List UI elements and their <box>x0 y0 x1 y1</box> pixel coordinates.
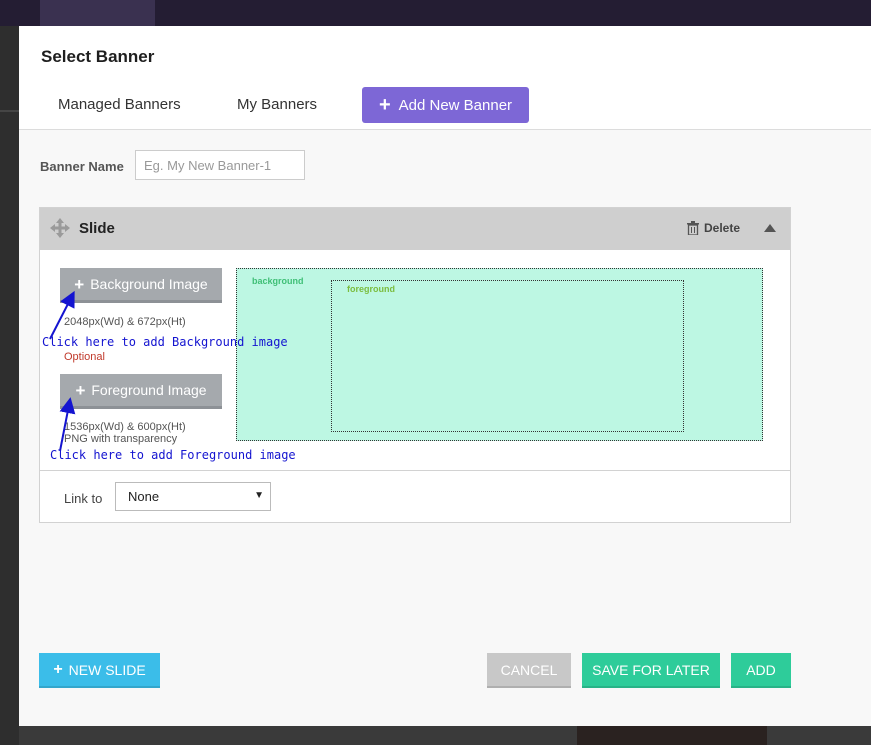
background-app-divider <box>0 110 19 112</box>
caret-down-icon: ▼ <box>254 490 264 501</box>
tab-my-banners[interactable]: My Banners <box>237 96 317 113</box>
foreground-size-hint: 1536px(Wd) & 600px(Ht) PNG with transpar… <box>64 421 186 445</box>
link-to-select[interactable]: None ▼ <box>115 482 271 511</box>
link-to-label: Link to <box>64 491 103 506</box>
preview-foreground-label: foreground <box>347 284 395 294</box>
plus-icon: + <box>53 660 63 678</box>
save-for-later-button[interactable]: SAVE FOR LATER <box>582 653 720 688</box>
banner-name-label: Banner Name <box>40 159 124 174</box>
move-icon[interactable] <box>49 217 71 239</box>
tab-managed-banners[interactable]: Managed Banners <box>58 96 181 113</box>
modal-header: Select Banner Managed Banners My Banners… <box>19 26 871 130</box>
banner-name-input[interactable] <box>135 150 305 180</box>
background-image-button[interactable]: + Background Image <box>60 268 222 303</box>
foreground-annotation: Click here to add Foreground image <box>50 448 296 462</box>
background-app-image <box>577 726 767 745</box>
plus-icon: + <box>75 380 86 400</box>
plus-icon: + <box>378 94 391 116</box>
new-slide-label: NEW SLIDE <box>68 661 146 678</box>
background-optional-hint: Optional <box>64 351 105 363</box>
preview-background-label: background <box>252 276 304 286</box>
trash-icon <box>687 221 699 235</box>
background-app-sidebar <box>0 26 19 745</box>
banner-preview: background foreground <box>236 268 763 441</box>
plus-icon: + <box>74 274 85 294</box>
slide-panel: Slide Delete + Background Image 2048px(W… <box>39 207 791 523</box>
select-banner-modal: Select Banner Managed Banners My Banners… <box>19 26 871 726</box>
add-new-banner-button[interactable]: + Add New Banner <box>362 87 529 123</box>
add-button[interactable]: ADD <box>731 653 791 688</box>
foreground-size-hint-line2: PNG with transparency <box>64 433 178 445</box>
new-slide-button[interactable]: + NEW SLIDE <box>39 653 160 688</box>
link-to-selected-value: None <box>128 489 160 504</box>
cancel-button[interactable]: CANCEL <box>487 653 571 688</box>
background-app-active-tab <box>40 0 155 26</box>
background-annotation: Click here to add Background image <box>42 335 288 349</box>
slide-header: Slide Delete <box>40 208 790 250</box>
delete-slide-button[interactable]: Delete <box>687 221 740 235</box>
modal-title: Select Banner <box>41 47 155 66</box>
collapse-triangle-icon[interactable] <box>764 224 776 232</box>
background-image-label: Background Image <box>90 276 208 292</box>
background-size-hint: 2048px(Wd) & 672px(Ht) <box>64 316 186 328</box>
foreground-image-button[interactable]: + Foreground Image <box>60 374 222 409</box>
slide-title: Slide <box>79 220 115 237</box>
preview-foreground-area: foreground <box>331 280 684 432</box>
foreground-size-hint-line1: 1536px(Wd) & 600px(Ht) <box>64 421 186 433</box>
foreground-image-label: Foreground Image <box>91 382 207 398</box>
delete-label: Delete <box>704 221 741 235</box>
add-new-banner-label: Add New Banner <box>398 96 513 114</box>
link-row: Link to None ▼ <box>40 470 790 522</box>
background-app-topbar <box>0 0 871 26</box>
